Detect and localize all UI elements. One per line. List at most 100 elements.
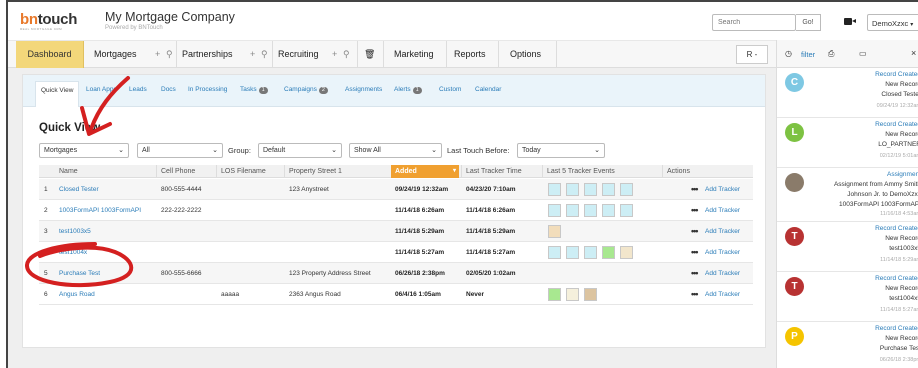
last-touch-select[interactable]: Today ⌄ bbox=[517, 143, 605, 158]
add-tracker-link[interactable]: Add Tracker bbox=[705, 228, 740, 235]
more-actions-icon[interactable]: ••• bbox=[691, 205, 699, 215]
tab-leads[interactable]: Leads bbox=[129, 86, 147, 93]
chat-icon[interactable]: ▭ bbox=[859, 49, 867, 58]
row-name-link[interactable]: Purchase Test bbox=[59, 270, 100, 277]
search-recruit-icon[interactable]: ⚲ bbox=[343, 41, 350, 68]
table-row[interactable]: 5 Purchase Test 800-555-6666 123 Property A… bbox=[39, 263, 753, 284]
nav-dashboard[interactable]: Dashboard bbox=[16, 41, 84, 68]
tracker-event-box[interactable] bbox=[548, 204, 561, 217]
group-select[interactable]: Default ⌄ bbox=[258, 143, 342, 158]
search-mortgage-icon[interactable]: ⚲ bbox=[166, 41, 173, 68]
bntouch-logo[interactable]: bntouch bbox=[20, 11, 77, 28]
table-row[interactable]: 3 test1003x5 11/14/18 5:29am 11/14/18 5:29a… bbox=[39, 221, 753, 242]
tab-tasks[interactable]: Tasks 1 bbox=[240, 86, 268, 94]
add-mortgage-icon[interactable]: + bbox=[155, 41, 160, 68]
activity-item[interactable]: Assignment Assignment from Ammy Smith John… bbox=[777, 168, 918, 222]
lock-icon[interactable]: 🗑 bbox=[364, 41, 375, 68]
tab-alerts[interactable]: Alerts 1 bbox=[394, 86, 422, 94]
show-select[interactable]: Show All ⌄ bbox=[349, 143, 442, 158]
tracker-event-box[interactable] bbox=[602, 183, 615, 196]
more-actions-icon[interactable]: ••• bbox=[691, 289, 699, 299]
row-name-link[interactable]: 1003FormAPI 1003FormAPI bbox=[59, 207, 141, 214]
r-dropdown-button[interactable]: R - bbox=[736, 45, 768, 64]
col-last-tracker-time[interactable]: Last Tracker Time bbox=[466, 168, 522, 175]
tab-campaigns[interactable]: Campaigns 2 bbox=[284, 86, 328, 94]
tracker-event-box[interactable] bbox=[584, 204, 597, 217]
table-row[interactable]: 2 1003FormAPI 1003FormAPI 222-222-2222 11/1… bbox=[39, 200, 753, 221]
tracker-event-box[interactable] bbox=[620, 204, 633, 217]
tab-quick-view[interactable]: Quick View bbox=[35, 81, 80, 107]
more-actions-icon[interactable]: ••• bbox=[691, 226, 699, 236]
row-name-link[interactable]: Closed Tester bbox=[59, 186, 99, 193]
tracker-event-box[interactable] bbox=[620, 246, 633, 259]
tracker-event-box[interactable] bbox=[548, 225, 561, 238]
activity-type-link[interactable]: Assignment bbox=[887, 171, 918, 178]
tracker-event-box[interactable] bbox=[584, 246, 597, 259]
activity-item[interactable]: P Record Created New Record Purchase Test 06… bbox=[777, 322, 918, 368]
add-tracker-link[interactable]: Add Tracker bbox=[705, 249, 740, 256]
tracker-event-box[interactable] bbox=[584, 183, 597, 196]
tab-docs[interactable]: Docs bbox=[161, 86, 176, 93]
more-actions-icon[interactable]: ••• bbox=[691, 247, 699, 257]
tracker-event-box[interactable] bbox=[566, 288, 579, 301]
nav-marketing[interactable]: Marketing bbox=[394, 41, 434, 68]
tracker-event-box[interactable] bbox=[548, 288, 561, 301]
video-camera-icon[interactable] bbox=[844, 18, 852, 25]
tab-custom[interactable]: Custom bbox=[439, 86, 461, 93]
activity-type-link[interactable]: Record Created bbox=[875, 275, 918, 282]
activity-item[interactable]: L Record Created New Record LO_PARTNER 02/12… bbox=[777, 118, 918, 168]
add-tracker-link[interactable]: Add Tracker bbox=[705, 270, 740, 277]
activity-item[interactable]: T Record Created New Record test1004x5 11/14… bbox=[777, 272, 918, 322]
more-actions-icon[interactable]: ••• bbox=[691, 268, 699, 278]
add-tracker-link[interactable]: Add Tracker bbox=[705, 186, 740, 193]
type-select[interactable]: Mortgages ⌄ bbox=[39, 143, 129, 158]
close-icon[interactable]: × bbox=[911, 48, 916, 58]
add-tracker-link[interactable]: Add Tracker bbox=[705, 291, 740, 298]
row-name-link[interactable]: test1004x bbox=[59, 249, 87, 256]
user-menu-button[interactable]: DemoXzxc ▾ bbox=[867, 14, 918, 31]
tracker-event-box[interactable] bbox=[548, 246, 561, 259]
search-input[interactable] bbox=[712, 14, 796, 31]
tracker-event-box[interactable] bbox=[602, 204, 615, 217]
activity-type-link[interactable]: Record Created bbox=[875, 121, 918, 128]
status-select[interactable]: All ⌄ bbox=[137, 143, 223, 158]
col-los-filename[interactable]: LOS Filename bbox=[221, 168, 266, 175]
more-actions-icon[interactable]: ••• bbox=[691, 184, 699, 194]
tab-in-processing[interactable]: In Processing bbox=[188, 86, 227, 93]
tab-calendar[interactable]: Calendar bbox=[475, 86, 501, 93]
add-partnership-icon[interactable]: + bbox=[250, 41, 255, 68]
search-partnership-icon[interactable]: ⚲ bbox=[261, 41, 268, 68]
nav-mortgages[interactable]: Mortgages bbox=[94, 41, 137, 68]
tracker-event-box[interactable] bbox=[566, 183, 579, 196]
row-name-link[interactable]: test1003x5 bbox=[59, 228, 91, 235]
col-cell-phone[interactable]: Cell Phone bbox=[161, 168, 195, 175]
tracker-event-box[interactable] bbox=[566, 246, 579, 259]
add-tracker-link[interactable]: Add Tracker bbox=[705, 207, 740, 214]
table-row[interactable]: 4 test1004x 11/14/18 5:27am 11/14/18 5:27am… bbox=[39, 242, 753, 263]
activity-item[interactable]: C Record Created New Record Closed Tester 09… bbox=[777, 68, 918, 118]
tracker-event-box[interactable] bbox=[566, 204, 579, 217]
search-go-button[interactable]: Go! bbox=[796, 14, 821, 31]
tab-loan-apps[interactable]: Loan Apps bbox=[86, 86, 117, 93]
col-property-street[interactable]: Property Street 1 bbox=[289, 168, 342, 175]
tab-assignments[interactable]: Assignments bbox=[345, 86, 382, 93]
nav-recruiting[interactable]: Recruiting bbox=[278, 41, 319, 68]
col-added[interactable]: Added ▾ bbox=[391, 165, 459, 178]
table-row[interactable]: 1 Closed Tester 800-555-4444 123 Anystreet 0… bbox=[39, 179, 753, 200]
printer-icon[interactable]: ⎙ bbox=[828, 49, 834, 59]
row-name-link[interactable]: Angus Road bbox=[59, 291, 95, 298]
clock-icon[interactable]: ◷ bbox=[785, 49, 792, 58]
table-row[interactable]: 6 Angus Road aaaaa 2363 Angus Road 06/4/16 1… bbox=[39, 284, 753, 305]
tracker-event-box[interactable] bbox=[602, 246, 615, 259]
tracker-event-box[interactable] bbox=[548, 183, 561, 196]
nav-partnerships[interactable]: Partnerships bbox=[182, 41, 233, 68]
tracker-event-box[interactable] bbox=[584, 288, 597, 301]
nav-options[interactable]: Options bbox=[510, 41, 541, 68]
tracker-event-box[interactable] bbox=[620, 183, 633, 196]
activity-item[interactable]: T Record Created New Record test1003x5 11/14… bbox=[777, 222, 918, 272]
activity-type-link[interactable]: Record Created bbox=[875, 225, 918, 232]
nav-reports[interactable]: Reports bbox=[454, 41, 486, 68]
col-name[interactable]: Name bbox=[59, 168, 78, 175]
activity-type-link[interactable]: Record Created bbox=[875, 325, 918, 332]
filter-link[interactable]: filter bbox=[801, 50, 815, 59]
